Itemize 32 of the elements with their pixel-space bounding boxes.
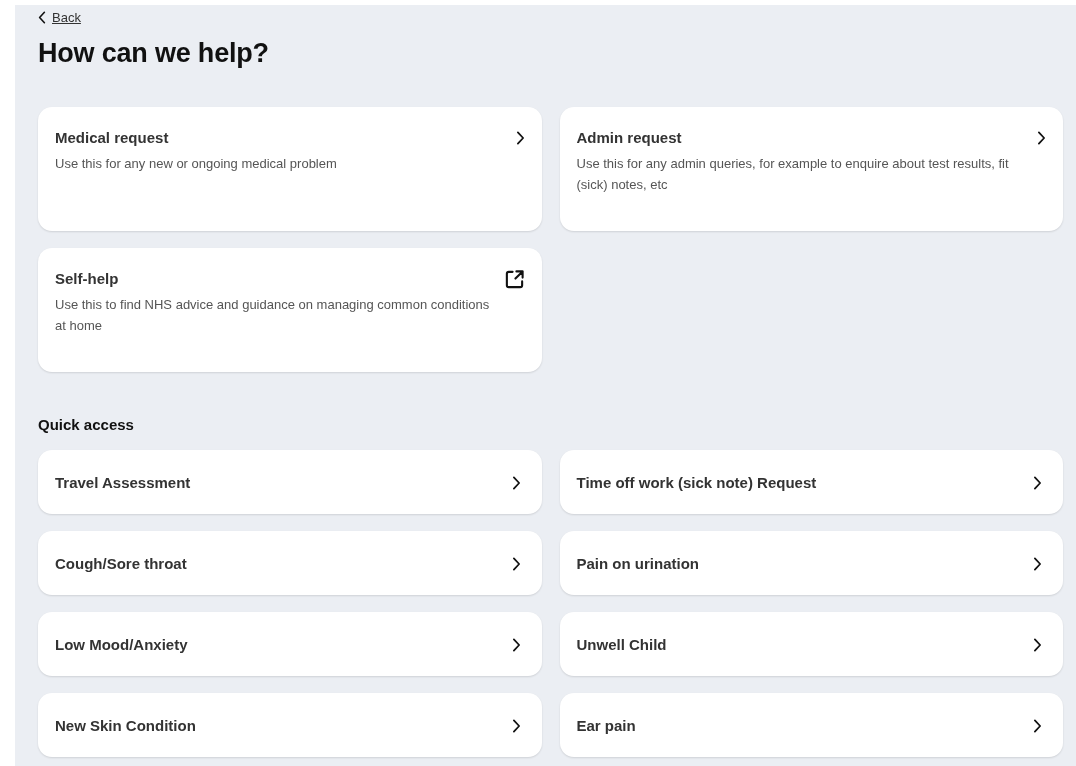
quick-access-item[interactable]: Cough/Sore throat	[38, 531, 542, 595]
chevron-right-icon	[1037, 131, 1046, 145]
chevron-right-icon	[1033, 638, 1042, 652]
option-card[interactable]: Self-help Use this to find NHS advice and guidance on managing common conditions at home	[38, 248, 542, 372]
option-card[interactable]: Admin request Use this for any admin queries, for example to enquire about test results, fit (sick) notes, etc	[559, 107, 1063, 231]
quick-access-item[interactable]: Ear pain	[559, 693, 1063, 757]
section-heading: Quick access	[38, 416, 135, 433]
quick-access-item[interactable]: Unwell Child	[559, 612, 1063, 676]
card-description: Use this to find NHS advice and guidance on managing common conditions at home	[55, 296, 491, 336]
card-title: Self-help	[55, 270, 120, 287]
quick-access-item[interactable]: Time off work (sick note) Request	[559, 450, 1063, 514]
page-heading: How can we help?	[38, 38, 270, 69]
card-title: Medical request	[55, 129, 170, 146]
quick-access-item[interactable]: Travel Assessment	[38, 450, 542, 514]
external-link-icon	[503, 269, 525, 290]
chevron-left-icon	[38, 11, 46, 24]
chevron-right-icon	[1033, 557, 1042, 571]
chevron-right-icon	[511, 557, 521, 571]
card-title: Admin request	[576, 129, 683, 146]
chevron-right-icon	[1033, 719, 1042, 733]
card-description: Use this for any admin queries, for example to enquire about test results, fit (sick) notes, etc	[576, 155, 1010, 195]
chevron-right-icon	[1033, 476, 1042, 490]
chevron-right-icon	[511, 476, 521, 490]
option-card[interactable]: Medical request Use this for any new or ongoing medical problem	[38, 107, 542, 231]
chevron-right-icon	[515, 131, 525, 145]
card-description: Use this for any new or ongoing medical problem	[55, 155, 338, 173]
chevron-right-icon	[511, 638, 521, 652]
quick-access-item[interactable]: Pain on urination	[559, 531, 1063, 595]
back-link[interactable]: Back	[38, 10, 81, 25]
quick-access-item[interactable]: New Skin Condition	[38, 693, 542, 757]
quick-access-item[interactable]: Low Mood/Anxiety	[38, 612, 542, 676]
chevron-right-icon	[511, 719, 521, 733]
